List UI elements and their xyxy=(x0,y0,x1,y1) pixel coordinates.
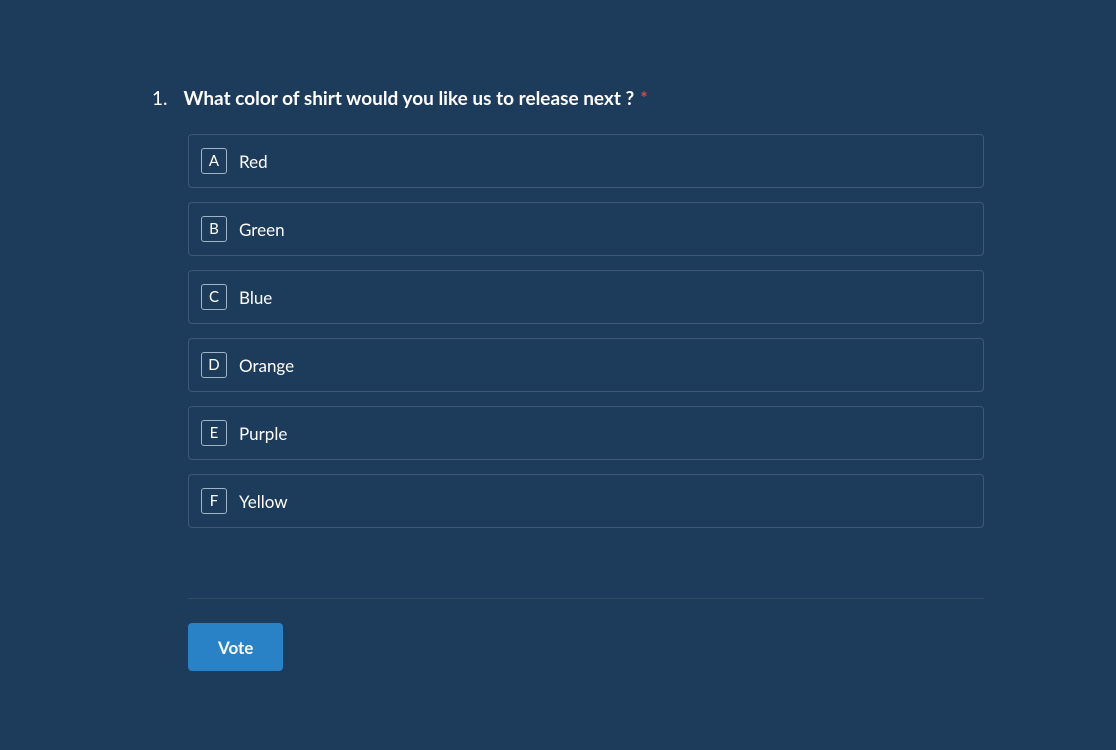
option-key: F xyxy=(201,488,227,514)
option-key: A xyxy=(201,148,227,174)
option-d[interactable]: D Orange xyxy=(188,338,984,392)
option-label: Green xyxy=(239,219,285,240)
option-label: Orange xyxy=(239,355,294,376)
option-key: C xyxy=(201,284,227,310)
footer: Vote xyxy=(0,623,1116,671)
question-text: What color of shirt would you like us to… xyxy=(184,87,635,110)
option-c[interactable]: C Blue xyxy=(188,270,984,324)
option-key: B xyxy=(201,216,227,242)
option-label: Red xyxy=(239,151,268,172)
option-b[interactable]: B Green xyxy=(188,202,984,256)
divider xyxy=(188,598,984,599)
option-f[interactable]: F Yellow xyxy=(188,474,984,528)
option-key: E xyxy=(201,420,227,446)
option-label: Blue xyxy=(239,287,272,308)
option-e[interactable]: E Purple xyxy=(188,406,984,460)
question-text-wrapper: What color of shirt would you like us to… xyxy=(184,86,648,112)
question-header: 1. What color of shirt would you like us… xyxy=(0,86,1116,112)
required-mark: * xyxy=(640,87,647,108)
options-list: A Red B Green C Blue D Orange E Purple F… xyxy=(0,134,1116,528)
vote-button[interactable]: Vote xyxy=(188,623,283,671)
option-a[interactable]: A Red xyxy=(188,134,984,188)
option-label: Yellow xyxy=(239,491,288,512)
option-label: Purple xyxy=(239,423,287,444)
question-number: 1. xyxy=(152,86,168,112)
option-key: D xyxy=(201,352,227,378)
poll-page: 1. What color of shirt would you like us… xyxy=(0,0,1116,750)
